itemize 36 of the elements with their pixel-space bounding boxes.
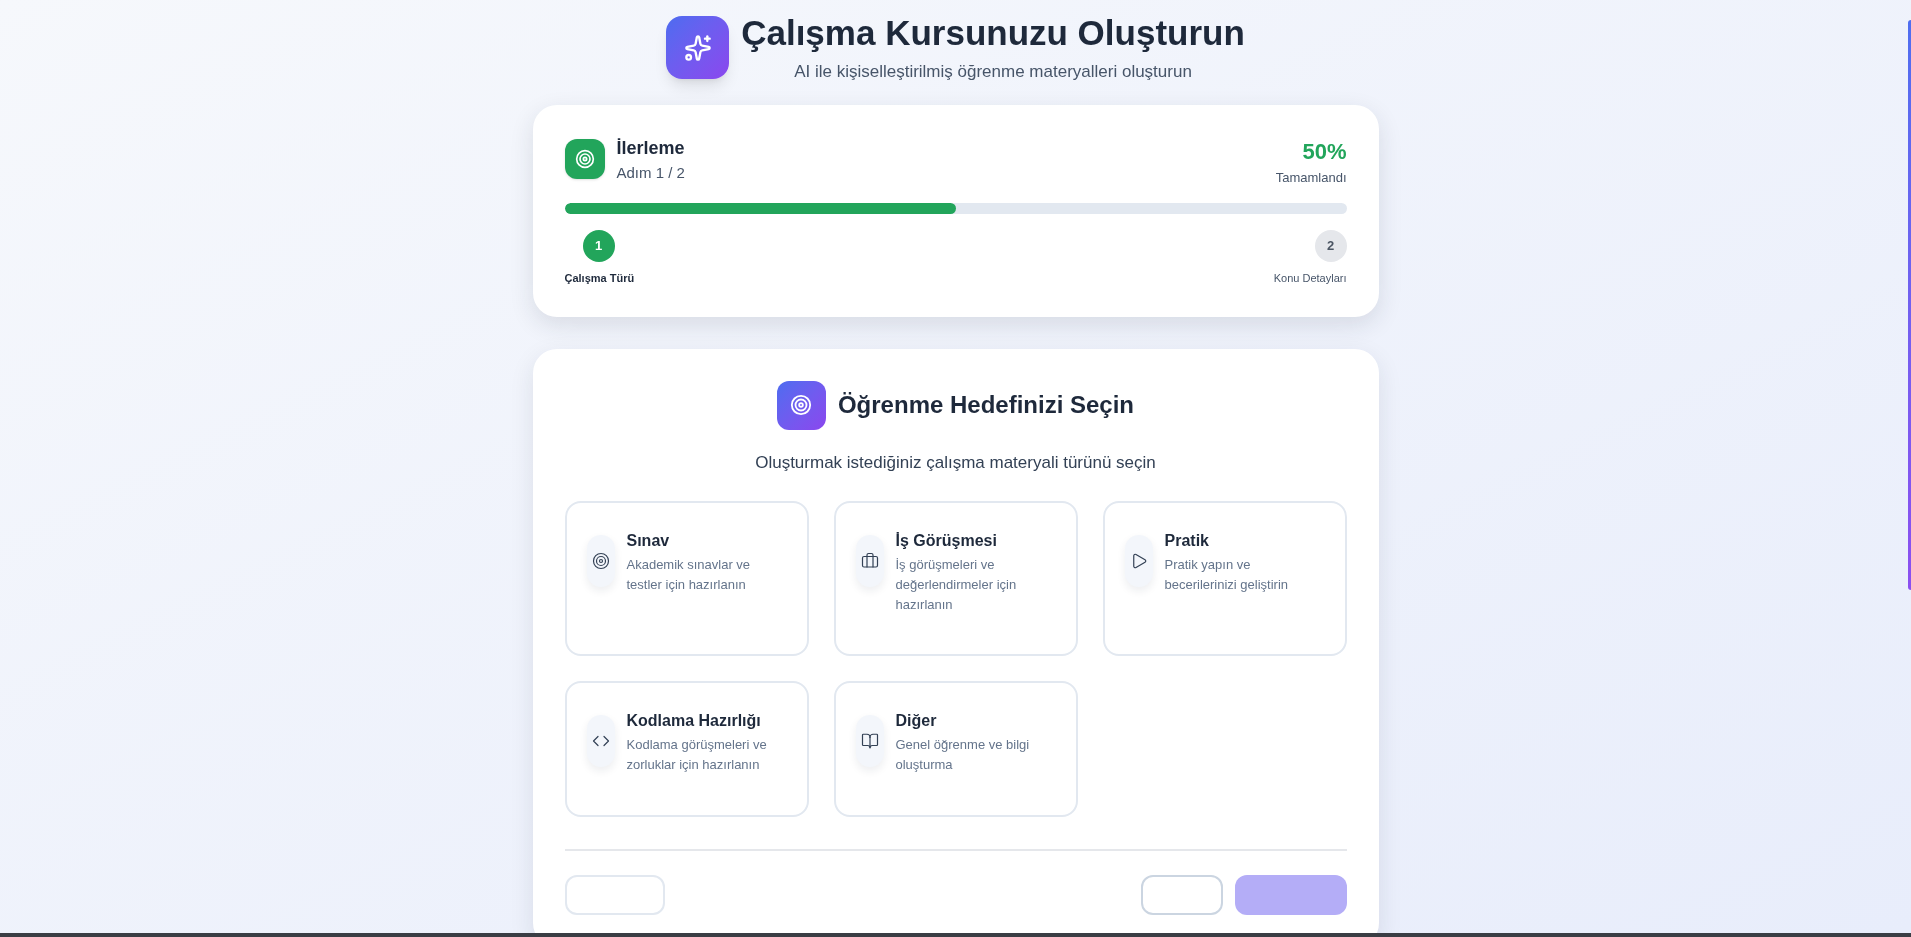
option-card[interactable]: Pratik Pratik yapın ve becerilerinizi geliştirin <box>1102 501 1347 656</box>
option-title: Sınav <box>626 531 671 551</box>
option-card[interactable]: Diğer Genel öğrenme ve bilgi oluşturma <box>833 681 1078 817</box>
option-title: İş Görüşmesi <box>895 531 998 551</box>
option-description: Genel öğrenme ve bilgi oluşturma <box>895 736 1031 774</box>
option-description: Kodlama görüşmeleri ve zorluklar için hazırlanın <box>626 736 768 774</box>
option-title: Kodlama Hazırlığı <box>626 711 762 731</box>
book-icon <box>860 732 879 750</box>
target-icon <box>591 552 610 570</box>
step-label: Çalışma Türü <box>564 271 635 286</box>
option-title: Diğer <box>895 711 938 731</box>
option-description: Pratik yapın ve becerilerinizi geliştirin <box>1164 556 1290 594</box>
goal-title: Öğrenme Hedefinizi Seçin <box>837 390 1135 420</box>
page-title: Çalışma Kursunuzu Oluşturun <box>741 12 1245 54</box>
option-description: İş görüşmeleri ve değerlendirmeler için hazırlanın <box>895 556 1018 614</box>
back-button[interactable] <box>564 875 665 915</box>
progress-title: İlerleme <box>616 136 685 160</box>
cancel-button[interactable] <box>1140 875 1223 915</box>
option-card[interactable]: Kodlama Hazırlığı Kodlama görüşmeleri ve zorluklar için hazırlanın <box>564 681 809 817</box>
step-number: 2 <box>1314 230 1347 262</box>
option-card[interactable]: İş Görüşmesi İş görüşmeleri ve değerlendirmeler için hazırlanın <box>833 501 1078 656</box>
option-title: Pratik <box>1164 531 1210 551</box>
step-label: Konu Detayları <box>1273 271 1347 286</box>
next-button[interactable] <box>1234 875 1347 915</box>
step-counter: Adım 1 / 2 <box>616 162 685 183</box>
briefcase-icon <box>860 552 879 570</box>
page-subtitle: AI ile kişiselleştirilmiş öğrenme materyalleri oluşturun <box>794 61 1192 83</box>
target-icon <box>574 149 595 170</box>
step-number: 1 <box>582 230 615 262</box>
progress-percent: 50% <box>1302 137 1347 166</box>
option-card[interactable]: Sınav Akademik sınavlar ve testler için hazırlanın <box>564 501 809 656</box>
progress-status: Tamamlandı <box>1275 168 1347 187</box>
option-description: Akademik sınavlar ve testler için hazırlanın <box>626 556 752 594</box>
target-icon <box>790 394 813 416</box>
sparkles-icon <box>683 33 712 62</box>
goal-subtitle: Oluşturmak istediğiniz çalışma materyali türünü seçin <box>754 451 1157 474</box>
